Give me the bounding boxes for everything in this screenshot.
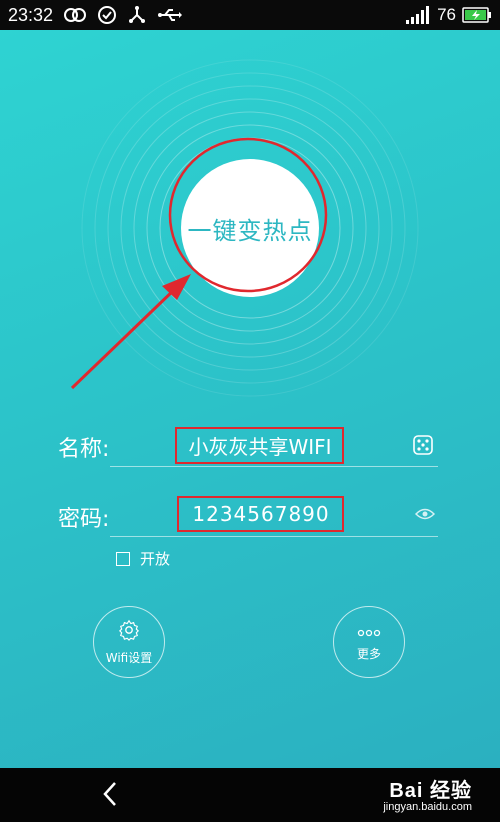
hotspot-name-input[interactable]: [180, 428, 340, 462]
password-label: 密码:: [58, 507, 110, 532]
chevron-left-icon: [101, 781, 119, 811]
open-checkbox[interactable]: [116, 551, 130, 566]
navigation-bar: Bai 经验 jingyan.baidu.com: [0, 768, 500, 822]
open-row: 开放: [116, 548, 170, 569]
watermark-brand: Bai 经验: [389, 780, 472, 802]
watermark-url: jingyan.baidu.com: [383, 801, 472, 813]
wifi-settings-label: Wifi设置: [105, 650, 153, 665]
dual-ring-icon: [63, 7, 87, 23]
back-button[interactable]: [92, 778, 128, 814]
dots-icon: [357, 622, 381, 641]
wifi-settings-button[interactable]: Wifi设置: [93, 606, 165, 678]
gear-icon: [118, 619, 140, 645]
open-label: 开放: [140, 550, 171, 568]
check-circle-icon: [97, 5, 117, 25]
battery-level: 76: [437, 5, 456, 24]
password-input[interactable]: [182, 497, 340, 531]
eye-icon[interactable]: [412, 504, 438, 524]
app-screen: 一键变热点 名称: 密码: 开放 Wifi设置 更多: [0, 30, 500, 768]
more-button[interactable]: 更多: [333, 606, 405, 678]
baidu-jingyan-watermark: Bai 经验 jingyan.baidu.com: [383, 774, 472, 813]
one-tap-hotspot-button[interactable]: 一键变热点: [181, 159, 319, 297]
status-bar: 23:32 76: [0, 0, 500, 30]
hotspot-button-label: 一键变热点: [187, 216, 313, 245]
battery-charging-icon: [462, 7, 492, 23]
status-left: 23:32: [8, 5, 183, 26]
more-label: 更多: [356, 647, 381, 661]
password-underline: [110, 536, 438, 537]
share-nodes-icon: [127, 5, 147, 25]
status-right: 76: [405, 5, 492, 25]
name-underline: [110, 466, 438, 467]
signal-bars-icon: [405, 6, 431, 24]
dice-icon[interactable]: [410, 432, 436, 458]
name-label: 名称:: [58, 437, 110, 462]
usb-icon: [157, 7, 183, 23]
status-time: 23:32: [8, 4, 54, 25]
